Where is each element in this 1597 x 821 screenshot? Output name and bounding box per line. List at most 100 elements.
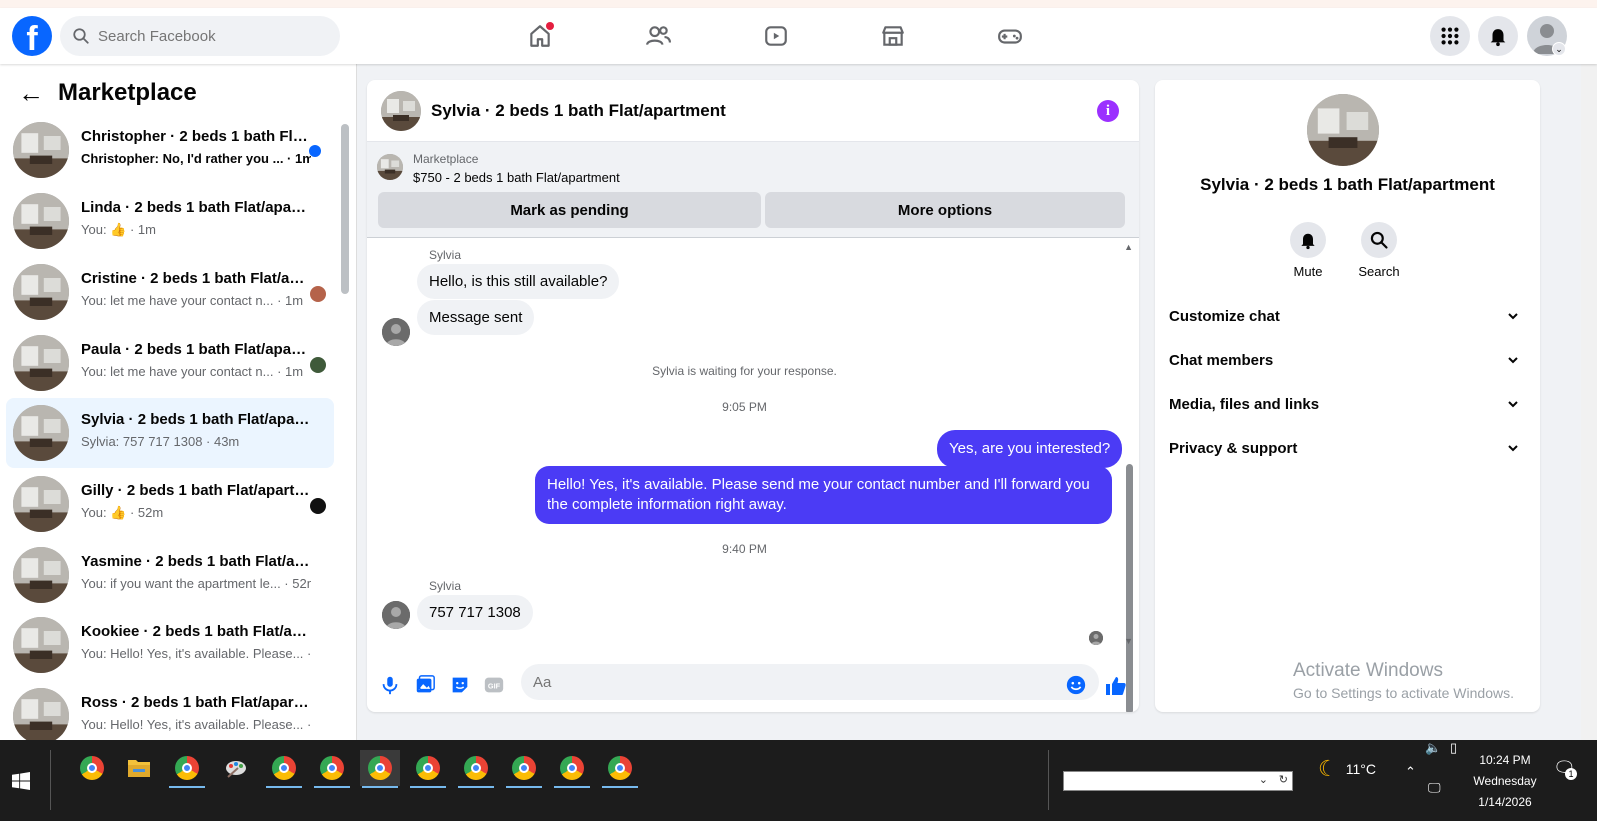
- svg-text:GIF: GIF: [488, 682, 501, 691]
- show-hidden-icons-chevron[interactable]: ⌃: [1405, 764, 1416, 780]
- conversation-item[interactable]: Christopher · 2 beds 1 bath Flat/apartme…: [6, 115, 334, 185]
- row-label: Media, files and links: [1169, 395, 1320, 413]
- chrome-profile-app[interactable]: [456, 750, 496, 788]
- scroll-up-arrow-icon[interactable]: ▲: [1124, 242, 1133, 252]
- message-input[interactable]: [521, 664, 1099, 700]
- clock-day: Wednesday: [1473, 774, 1537, 788]
- notification-center-icon[interactable]: 🗨 1: [1553, 758, 1577, 780]
- sticker-icon[interactable]: [449, 674, 471, 696]
- refresh-icon[interactable]: ↻: [1279, 773, 1288, 786]
- chat-members-row[interactable]: Chat members: [1169, 341, 1529, 379]
- row-label: Chat members: [1169, 351, 1274, 369]
- paint-app[interactable]: [216, 750, 256, 786]
- moon-icon: ☾: [1318, 756, 1338, 781]
- chrome-icon: [512, 756, 536, 780]
- nav-home[interactable]: [520, 20, 560, 52]
- privacy-support-row[interactable]: Privacy & support: [1169, 429, 1529, 467]
- nav-marketplace[interactable]: [873, 20, 913, 52]
- listing-thumbnail: [13, 264, 69, 320]
- chrome-app[interactable]: [72, 750, 112, 786]
- nav-gaming[interactable]: [990, 20, 1030, 52]
- search-box[interactable]: [60, 16, 340, 56]
- chrome-profile-app[interactable]: [264, 750, 304, 788]
- conversation-item[interactable]: Gilly · 2 beds 1 bath Flat/apartment You…: [6, 469, 334, 539]
- search-label: Search: [1358, 264, 1400, 279]
- media-files-links-row[interactable]: Media, files and links: [1169, 385, 1529, 423]
- nav-friends[interactable]: [638, 20, 678, 52]
- listing-banner: Marketplace $750 - 2 beds 1 bath Flat/ap…: [367, 142, 1139, 238]
- account-chevron-icon[interactable]: ⌄: [1552, 42, 1566, 56]
- gif-icon[interactable]: GIF: [483, 674, 505, 696]
- weather-widget[interactable]: ☾ 11°C: [1318, 756, 1376, 782]
- photo-icon[interactable]: [414, 674, 436, 696]
- notification-count: 1: [1565, 768, 1577, 780]
- conversation-name: Sylvia · 2 beds 1 bath Flat/apartment: [81, 411, 311, 428]
- conversation-item[interactable]: Yasmine · 2 beds 1 bath Flat/apartment Y…: [6, 540, 334, 610]
- chat-header-thumbnail[interactable]: [381, 90, 421, 131]
- back-arrow-icon[interactable]: ←: [18, 78, 44, 109]
- menu-button[interactable]: [1430, 16, 1470, 56]
- chrome-profile-app[interactable]: [600, 750, 640, 788]
- conversation-item-active[interactable]: Sylvia · 2 beds 1 bath Flat/apartment Sy…: [6, 398, 334, 468]
- chrome-profile-app[interactable]: [408, 750, 448, 788]
- chrome-profile-app[interactable]: [167, 750, 207, 788]
- nav-video[interactable]: [756, 20, 796, 52]
- search-input[interactable]: [98, 27, 318, 45]
- conversation-name: Ross · 2 beds 1 bath Flat/apartment: [81, 694, 311, 711]
- conversation-item[interactable]: Cristine · 2 beds 1 bath Flat/apartment …: [6, 257, 334, 327]
- mute-button[interactable]: Mute: [1278, 222, 1338, 279]
- menu-grid-icon: [1441, 27, 1459, 45]
- microphone-icon[interactable]: [379, 674, 401, 696]
- chat-title[interactable]: Sylvia · 2 beds 1 bath Flat/apartment: [431, 101, 726, 121]
- listing-thumbnail: [13, 405, 69, 461]
- conversation-item[interactable]: Paula · 2 beds 1 bath Flat/apartment You…: [6, 328, 334, 398]
- conversation-preview: Christopher: No, I'd rather you ... · 1m: [81, 151, 311, 166]
- like-thumb-icon[interactable]: [1104, 674, 1128, 698]
- windows-taskbar: ⌄ ↻ ☾ 11°C ⌃ 🔈 ▯ 🖵 10:24 PM Wednesday 1/…: [0, 740, 1597, 821]
- speaker-icon[interactable]: 🔈: [1425, 740, 1441, 756]
- incoming-message[interactable]: 757 717 1308: [417, 595, 533, 630]
- mark-as-pending-button[interactable]: Mark as pending: [378, 192, 761, 228]
- emoji-icon[interactable]: [1065, 674, 1087, 696]
- chrome-profile-app-active[interactable]: [360, 750, 400, 788]
- sidebar-scrollbar[interactable]: [341, 124, 349, 294]
- chrome-icon: [416, 756, 440, 780]
- listing-thumbnail: [13, 688, 69, 740]
- conversation-preview: You: 👍 · 52m: [81, 505, 164, 520]
- waiting-notice: Sylvia is waiting for your response.: [652, 364, 837, 378]
- sidebar-title: Marketplace: [58, 79, 197, 106]
- incoming-message[interactable]: Hello, is this still available?: [417, 264, 620, 299]
- incoming-message[interactable]: Message sent: [417, 300, 535, 335]
- network-icon[interactable]: 🖵: [1428, 780, 1441, 796]
- page-scrollbar[interactable]: [1581, 64, 1597, 740]
- bell-icon: [1301, 233, 1315, 250]
- scroll-down-arrow-icon[interactable]: ▼: [1124, 636, 1133, 646]
- message-timestamp: 9:05 PM: [722, 400, 767, 414]
- file-explorer-app[interactable]: [119, 750, 159, 786]
- device-icon[interactable]: ▯: [1450, 740, 1457, 756]
- customize-chat-row[interactable]: Customize chat: [1169, 297, 1529, 335]
- outgoing-message[interactable]: Hello! Yes, it's available. Please send …: [535, 466, 1112, 524]
- conversation-item[interactable]: Kookiee · 2 beds 1 bath Flat/apartment Y…: [6, 610, 334, 680]
- chrome-profile-app[interactable]: [552, 750, 592, 788]
- taskbar-address-box[interactable]: ⌄ ↻: [1063, 771, 1293, 791]
- facebook-logo[interactable]: f: [12, 16, 52, 56]
- outgoing-message[interactable]: Yes, are you interested?: [937, 430, 1123, 468]
- chrome-profile-app[interactable]: [504, 750, 544, 788]
- taskbar-divider: [50, 750, 51, 810]
- search-in-chat-button[interactable]: Search: [1349, 222, 1409, 279]
- notifications-button[interactable]: [1478, 16, 1518, 56]
- temperature: 11°C: [1345, 761, 1376, 777]
- dropdown-chevron-icon[interactable]: ⌄: [1259, 773, 1268, 786]
- more-options-button[interactable]: More options: [765, 192, 1125, 228]
- search-icon: [73, 28, 89, 44]
- info-icon[interactable]: i: [1097, 100, 1119, 122]
- conversation-item[interactable]: Linda · 2 beds 1 bath Flat/apartment You…: [6, 186, 334, 256]
- system-clock[interactable]: 10:24 PM Wednesday 1/14/2026: [1469, 750, 1541, 813]
- chrome-profile-app[interactable]: [312, 750, 352, 788]
- conversation-name: Christopher · 2 beds 1 bath Flat/apartme…: [81, 128, 311, 145]
- chat-header: Sylvia · 2 beds 1 bath Flat/apartment i: [367, 80, 1139, 142]
- conversation-item[interactable]: Ross · 2 beds 1 bath Flat/apartment You:…: [6, 681, 334, 740]
- listing-description[interactable]: $750 - 2 beds 1 bath Flat/apartment: [413, 170, 620, 185]
- windows-start-icon[interactable]: [12, 772, 30, 790]
